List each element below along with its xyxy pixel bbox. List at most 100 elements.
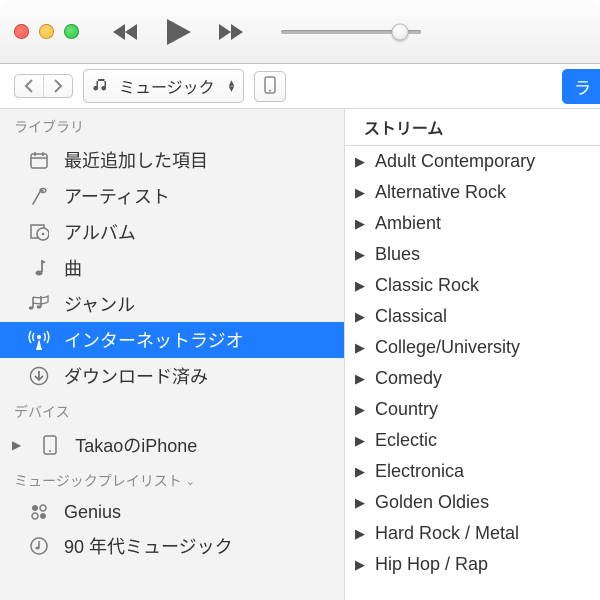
stream-label: Eclectic: [375, 430, 437, 451]
disclosure-triangle-icon[interactable]: ▶: [355, 371, 369, 387]
stream-label: Classic Rock: [375, 275, 479, 296]
sidebar-item-albums[interactable]: アルバム: [0, 214, 344, 250]
disclosure-triangle-icon[interactable]: ▶: [355, 278, 369, 294]
disclosure-triangle-icon[interactable]: ▶: [355, 309, 369, 325]
chevron-updown-icon: ▴▾: [229, 80, 235, 92]
playlist-label: 90 年代ミュージック: [64, 533, 233, 559]
sidebar-item-songs[interactable]: 曲: [0, 250, 344, 286]
playlist-label: Genius: [64, 502, 121, 523]
sidebar-item-radio[interactable]: インターネットラジオ: [0, 322, 344, 358]
recent-icon: [28, 149, 50, 171]
stream-row[interactable]: ▶ Comedy: [345, 363, 600, 394]
device-label: TakaoのiPhone: [75, 432, 197, 458]
chevron-down-icon: ⌄: [186, 475, 195, 488]
next-button[interactable]: [217, 22, 247, 42]
disclosure-triangle-icon[interactable]: ▶: [355, 557, 369, 573]
stream-row[interactable]: ▶ Ambient: [345, 208, 600, 239]
disclosure-triangle-icon[interactable]: ▶: [355, 154, 369, 170]
stream-row[interactable]: ▶ Alternative Rock: [345, 177, 600, 208]
sidebar-item-down[interactable]: ダウンロード済み: [0, 358, 344, 394]
disclosure-triangle-icon[interactable]: ▶: [355, 526, 369, 542]
sidebar-header-playlists[interactable]: ミュージックプレイリスト ⌄: [0, 463, 344, 496]
stream-label: Golden Oldies: [375, 492, 489, 513]
sidebar-item-label: 最近追加した項目: [64, 147, 208, 173]
genius-icon: [28, 501, 50, 523]
stream-label: College/University: [375, 337, 520, 358]
disclosure-triangle-icon[interactable]: ▶: [355, 216, 369, 232]
sidebar-item-recent[interactable]: 最近追加した項目: [0, 142, 344, 178]
previous-button[interactable]: [111, 22, 141, 42]
sidebar-header-devices: デバイス: [0, 394, 344, 427]
playlist-item-90s[interactable]: 90 年代ミュージック: [0, 528, 344, 564]
toolbar: ミュージック ▴▾ ラ: [0, 64, 600, 109]
volume-slider[interactable]: [275, 30, 427, 34]
disclosure-triangle-icon[interactable]: ▶: [355, 433, 369, 449]
albums-icon: [28, 221, 50, 243]
stream-row[interactable]: ▶ College/University: [345, 332, 600, 363]
stream-label: Alternative Rock: [375, 182, 506, 203]
sidebar-item-label: ジャンル: [64, 291, 135, 317]
category-selector[interactable]: ミュージック ▴▾: [83, 69, 244, 103]
sidebar-item-label: ダウンロード済み: [64, 363, 208, 389]
disclosure-triangle-icon[interactable]: ▶: [12, 438, 21, 452]
sidebar-item-label: アルバム: [64, 219, 136, 245]
stream-row[interactable]: ▶ Golden Oldies: [345, 487, 600, 518]
stream-row[interactable]: ▶ Blues: [345, 239, 600, 270]
stream-label: Blues: [375, 244, 420, 265]
disclosure-triangle-icon[interactable]: ▶: [355, 402, 369, 418]
disclosure-triangle-icon[interactable]: ▶: [355, 185, 369, 201]
stream-label: Hard Rock / Metal: [375, 523, 519, 544]
playback-controls: [111, 17, 247, 47]
stream-label: Country: [375, 399, 438, 420]
streams-list: ストリーム ▶ Adult Contemporary ▶ Alternative Ro…: [345, 109, 600, 600]
stream-row[interactable]: ▶Classical: [345, 301, 600, 332]
disclosure-triangle-icon[interactable]: ▶: [355, 247, 369, 263]
sidebar-item-genres[interactable]: ジャンル: [0, 286, 344, 322]
forward-button[interactable]: [43, 75, 72, 97]
stream-row[interactable]: ▶ Hip Hop / Rap: [345, 549, 600, 580]
sidebar-item-label: インターネットラジオ: [64, 327, 244, 353]
right-tab[interactable]: ラ: [562, 69, 600, 104]
close-button[interactable]: [14, 24, 29, 39]
play-button[interactable]: [165, 17, 193, 47]
sidebar: ライブラリ 最近追加した項目アーティストアルバム曲ジャンルインターネットラジオダ…: [0, 109, 345, 600]
stream-label: Adult Contemporary: [375, 151, 535, 172]
stream-row[interactable]: ▶ Classic Rock: [345, 270, 600, 301]
minimize-button[interactable]: [39, 24, 54, 39]
stream-row[interactable]: ▶ Hard Rock / Metal: [345, 518, 600, 549]
down-icon: [28, 365, 50, 387]
music-note-icon: [93, 77, 109, 96]
stream-label: Comedy: [375, 368, 442, 389]
nav-back-forward: [14, 74, 73, 98]
volume-thumb[interactable]: [392, 23, 409, 40]
songs-icon: [28, 257, 50, 279]
disclosure-triangle-icon[interactable]: ▶: [355, 495, 369, 511]
phone-icon: [264, 76, 276, 97]
window-controls: [14, 24, 79, 39]
sidebar-header-library: ライブラリ: [0, 109, 344, 142]
zoom-button[interactable]: [64, 24, 79, 39]
radio-icon: [28, 329, 50, 351]
sidebar-item-artists[interactable]: アーティスト: [0, 178, 344, 214]
disclosure-triangle-icon[interactable]: ▶: [355, 464, 369, 480]
playlist-item-genius[interactable]: Genius: [0, 496, 344, 528]
sidebar-item-label: 曲: [64, 255, 82, 281]
stream-label: Electronica: [375, 461, 464, 482]
phone-icon: [39, 434, 61, 456]
genres-icon: [28, 293, 50, 315]
stream-row[interactable]: ▶ Country: [345, 394, 600, 425]
sidebar-device[interactable]: ▶ TakaoのiPhone: [0, 427, 344, 463]
artists-icon: [28, 185, 50, 207]
streams-column-header[interactable]: ストリーム: [345, 109, 600, 146]
titlebar: [0, 0, 600, 64]
stream-label: Hip Hop / Rap: [375, 554, 488, 575]
device-selector[interactable]: [254, 71, 286, 102]
stream-row[interactable]: ▶ Electronica: [345, 456, 600, 487]
stream-row[interactable]: ▶ Adult Contemporary: [345, 146, 600, 177]
disclosure-triangle-icon[interactable]: ▶: [355, 340, 369, 356]
sidebar-item-label: アーティスト: [64, 183, 170, 209]
category-label: ミュージック: [115, 74, 219, 98]
stream-label: Ambient: [375, 213, 441, 234]
back-button[interactable]: [15, 75, 43, 97]
stream-row[interactable]: ▶ Eclectic: [345, 425, 600, 456]
